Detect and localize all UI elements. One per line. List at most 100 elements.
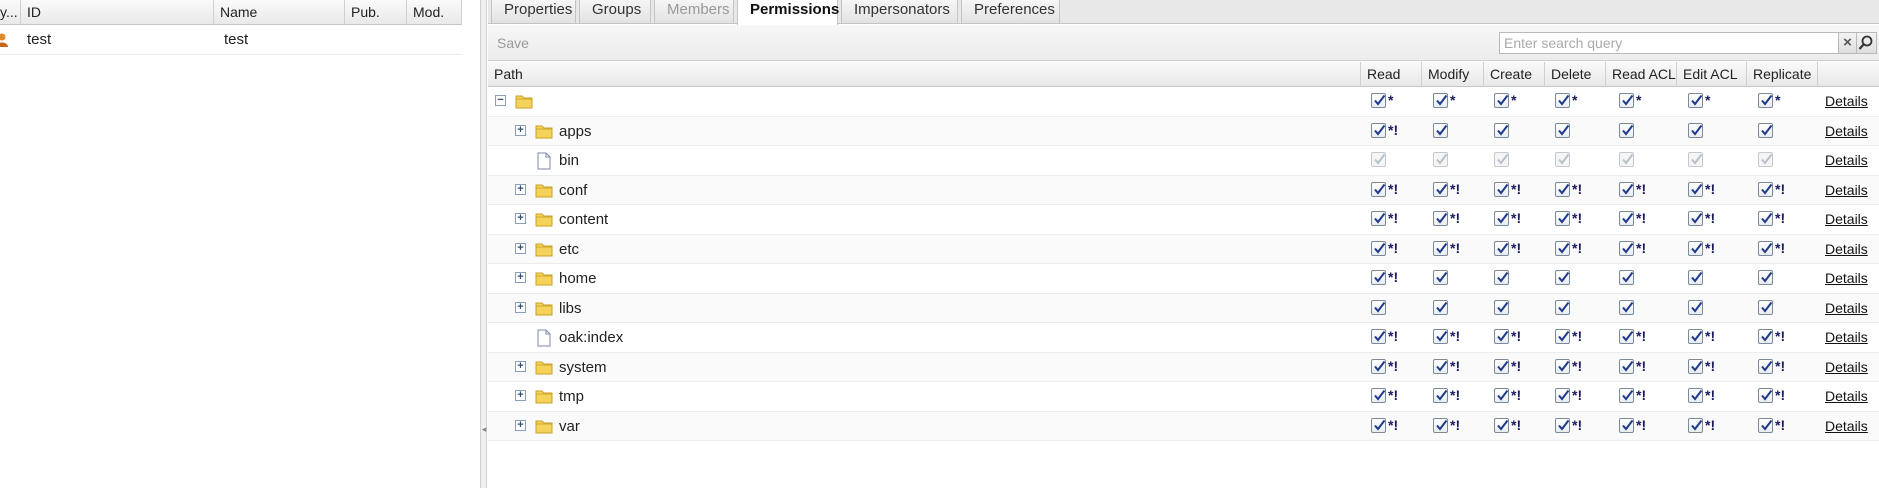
column-header-read[interactable]: Read <box>1361 62 1422 87</box>
permission-checkbox[interactable] <box>1371 299 1386 315</box>
permission-checkbox[interactable] <box>1688 152 1703 167</box>
permission-checkbox[interactable] <box>1758 388 1773 403</box>
permission-checkbox[interactable] <box>1619 240 1634 256</box>
details-link[interactable]: Details <box>1825 412 1868 441</box>
panel-splitter[interactable]: ◂ <box>481 0 487 488</box>
column-header-delete[interactable]: Delete <box>1545 62 1606 87</box>
column-header-read-acl[interactable]: Read ACL <box>1606 62 1677 87</box>
details-link[interactable]: Details <box>1825 146 1868 175</box>
permission-checkbox[interactable] <box>1688 299 1703 315</box>
permission-checkbox[interactable] <box>1433 388 1448 403</box>
column-header-name[interactable]: Name <box>214 0 345 25</box>
permission-checkbox[interactable] <box>1433 93 1448 108</box>
permission-checkbox[interactable] <box>1494 181 1509 197</box>
permission-checkbox[interactable] <box>1433 329 1448 344</box>
search-input[interactable] <box>1499 32 1839 54</box>
details-link[interactable]: Details <box>1825 294 1868 323</box>
column-header-pub[interactable]: Pub. <box>345 0 407 25</box>
details-link[interactable]: Details <box>1825 87 1868 116</box>
details-link[interactable]: Details <box>1825 235 1868 264</box>
permission-checkbox[interactable] <box>1688 93 1703 108</box>
permission-checkbox[interactable] <box>1555 240 1570 256</box>
details-link[interactable]: Details <box>1825 176 1868 205</box>
permission-checkbox[interactable] <box>1688 388 1703 403</box>
node-label[interactable]: home <box>559 264 597 293</box>
permission-checkbox[interactable] <box>1433 299 1448 315</box>
expand-icon[interactable]: + <box>515 242 526 254</box>
permission-checkbox[interactable] <box>1371 329 1386 344</box>
permission-checkbox[interactable] <box>1688 329 1703 344</box>
table-row[interactable]: + system *! *! *! *! *! *! *! Details <box>488 352 1879 382</box>
permission-checkbox[interactable] <box>1619 388 1634 403</box>
permission-checkbox[interactable] <box>1494 270 1509 285</box>
permission-checkbox[interactable] <box>1555 211 1570 226</box>
node-label[interactable]: etc <box>559 235 579 264</box>
column-header-path[interactable]: Path <box>488 62 1361 87</box>
permission-checkbox[interactable] <box>1555 122 1570 138</box>
tab-impersonators[interactable]: Impersonators <box>841 0 958 24</box>
table-row[interactable]: + content *! *! *! *! *! *! *! Details <box>488 205 1879 235</box>
permission-checkbox[interactable] <box>1758 299 1773 315</box>
permission-checkbox[interactable] <box>1494 417 1509 433</box>
column-header-replicate[interactable]: Replicate <box>1747 62 1818 87</box>
permission-checkbox[interactable] <box>1619 299 1634 315</box>
expand-icon[interactable]: + <box>515 301 526 313</box>
column-header-edit-acl[interactable]: Edit ACL <box>1677 62 1747 87</box>
permission-checkbox[interactable] <box>1371 122 1386 138</box>
collapse-arrow-icon[interactable]: ◂ <box>481 422 487 436</box>
permission-checkbox[interactable] <box>1619 358 1634 374</box>
permission-checkbox[interactable] <box>1371 270 1386 285</box>
permission-checkbox[interactable] <box>1619 417 1634 433</box>
permission-checkbox[interactable] <box>1371 93 1386 108</box>
permission-checkbox[interactable] <box>1494 122 1509 138</box>
permission-checkbox[interactable] <box>1758 211 1773 226</box>
permission-checkbox[interactable] <box>1619 211 1634 226</box>
tab-members[interactable]: Members <box>654 0 734 24</box>
permission-checkbox[interactable] <box>1619 152 1634 167</box>
table-row[interactable]: + apps *! Details <box>488 116 1879 146</box>
permission-checkbox[interactable] <box>1494 299 1509 315</box>
permission-checkbox[interactable] <box>1688 211 1703 226</box>
expand-icon[interactable]: + <box>515 272 526 283</box>
permission-checkbox[interactable] <box>1555 270 1570 285</box>
expand-icon[interactable]: + <box>515 390 526 401</box>
permission-checkbox[interactable] <box>1555 388 1570 403</box>
permission-checkbox[interactable] <box>1433 181 1448 197</box>
column-header-mod[interactable]: Mod. <box>407 0 462 25</box>
node-label[interactable]: apps <box>559 117 592 146</box>
permission-checkbox[interactable] <box>1688 270 1703 285</box>
details-link[interactable]: Details <box>1825 205 1868 234</box>
permission-checkbox[interactable] <box>1688 181 1703 197</box>
permission-checkbox[interactable] <box>1555 329 1570 344</box>
node-label[interactable]: bin <box>559 146 579 175</box>
table-row[interactable]: + tmp *! *! *! *! *! *! *! Details <box>488 382 1879 412</box>
search-button[interactable] <box>1857 32 1877 54</box>
permission-checkbox[interactable] <box>1758 329 1773 344</box>
permission-checkbox[interactable] <box>1433 152 1448 167</box>
permission-checkbox[interactable] <box>1758 417 1773 433</box>
table-row[interactable]: + conf *! *! *! *! *! *! *! Details <box>488 175 1879 205</box>
permission-checkbox[interactable] <box>1619 270 1634 285</box>
node-label[interactable]: tmp <box>559 382 584 411</box>
column-header-modify[interactable]: Modify <box>1422 62 1484 87</box>
node-label[interactable]: conf <box>559 176 587 205</box>
permission-checkbox[interactable] <box>1555 181 1570 197</box>
permission-checkbox[interactable] <box>1494 93 1509 108</box>
permission-checkbox[interactable] <box>1758 240 1773 256</box>
permission-checkbox[interactable] <box>1371 240 1386 256</box>
permission-checkbox[interactable] <box>1619 93 1634 108</box>
clear-search-icon[interactable]: × <box>1839 32 1857 54</box>
permission-checkbox[interactable] <box>1433 270 1448 285</box>
permission-checkbox[interactable] <box>1371 358 1386 374</box>
details-link[interactable]: Details <box>1825 264 1868 293</box>
permission-checkbox[interactable] <box>1494 211 1509 226</box>
permission-checkbox[interactable] <box>1758 122 1773 138</box>
tab-properties[interactable]: Properties <box>491 0 576 24</box>
permission-checkbox[interactable] <box>1555 152 1570 167</box>
tab-permissions[interactable]: Permissions <box>737 0 839 25</box>
permission-checkbox[interactable] <box>1688 240 1703 256</box>
permission-checkbox[interactable] <box>1619 122 1634 138</box>
permission-checkbox[interactable] <box>1371 388 1386 403</box>
details-link[interactable]: Details <box>1825 117 1868 146</box>
expand-icon[interactable]: + <box>515 213 526 224</box>
